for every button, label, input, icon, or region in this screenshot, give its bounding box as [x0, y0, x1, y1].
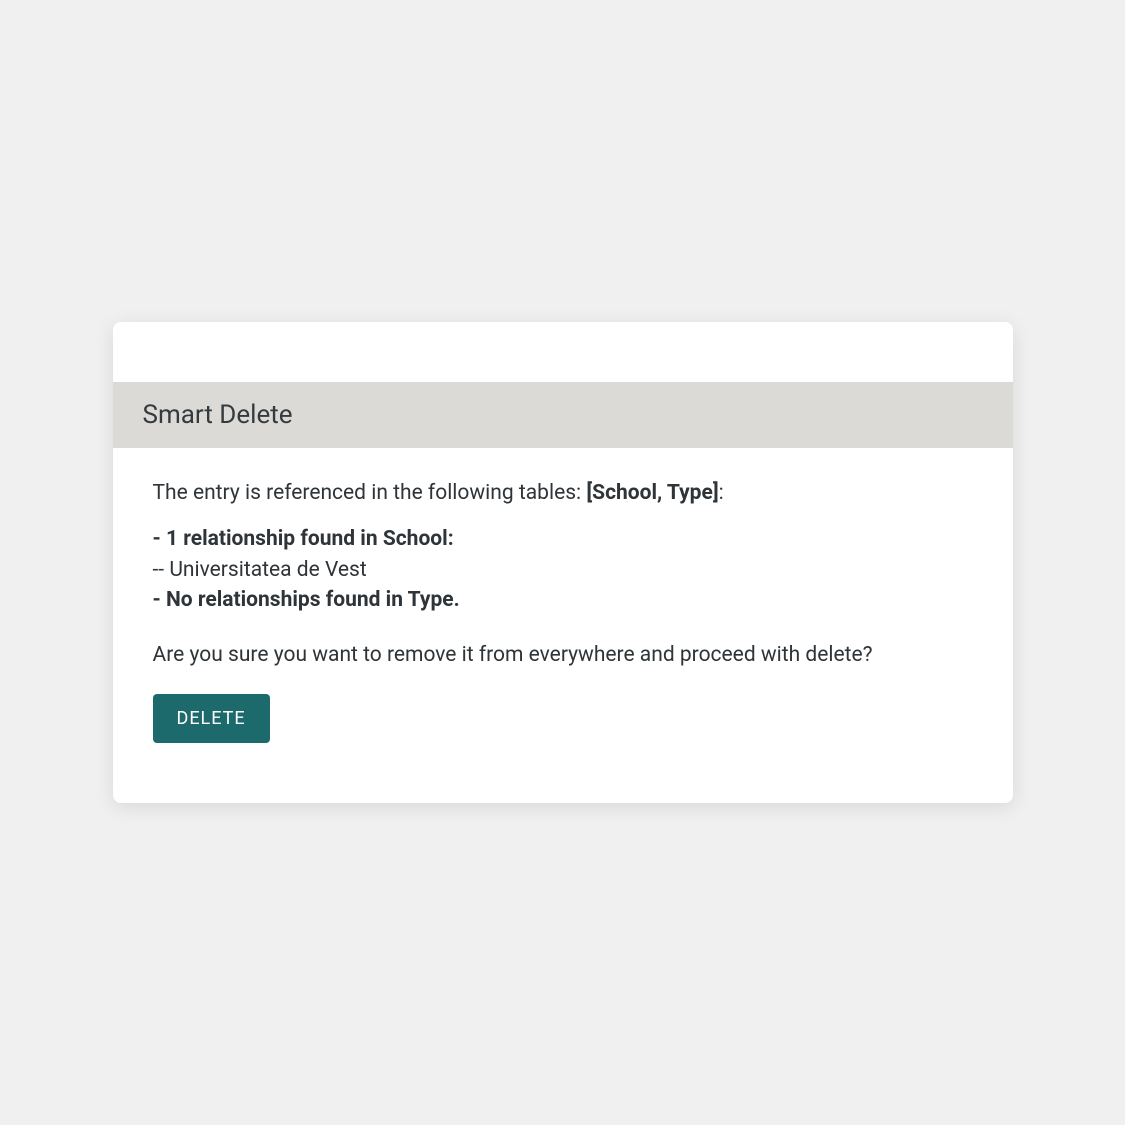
intro-text: The entry is referenced in the following…: [153, 478, 973, 508]
relationships-list: - 1 relationship found in School: -- Uni…: [153, 524, 973, 615]
delete-button[interactable]: DELETE: [153, 694, 270, 743]
relationship-school-item: -- Universitatea de Vest: [153, 555, 973, 585]
dialog-header: Smart Delete: [113, 382, 1013, 448]
intro-suffix: :: [719, 481, 724, 505]
confirm-text: Are you sure you want to remove it from …: [153, 640, 973, 670]
dialog-container: Smart Delete The entry is referenced in …: [113, 322, 1013, 803]
relationship-type-header: - No relationships found in Type.: [153, 585, 973, 615]
intro-tables: [School, Type]: [586, 481, 718, 505]
dialog-title: Smart Delete: [143, 400, 983, 430]
top-spacer: [113, 322, 1013, 382]
intro-prefix: The entry is referenced in the following…: [153, 481, 587, 505]
relationship-school-header: - 1 relationship found in School:: [153, 524, 973, 554]
dialog-content: The entry is referenced in the following…: [113, 448, 1013, 803]
